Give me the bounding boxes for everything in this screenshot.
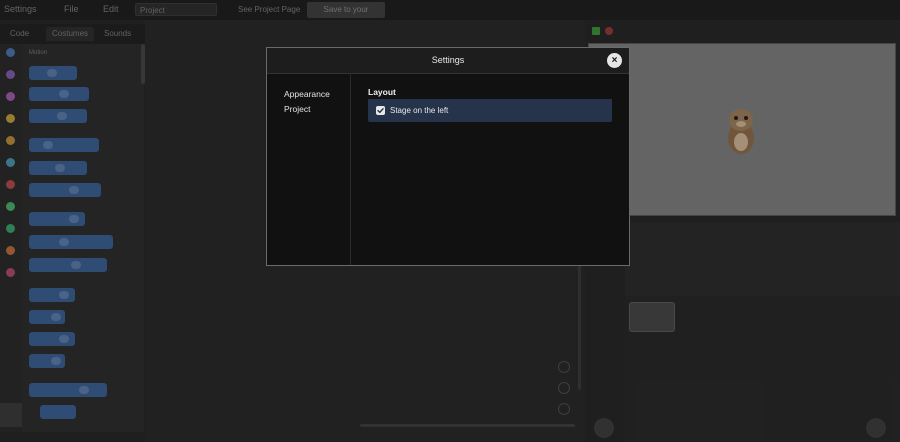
checkbox-checked-icon[interactable] <box>376 106 385 115</box>
close-icon[interactable]: × <box>607 53 622 68</box>
settings-modal: Settings × Appearance Project Layout Sta… <box>266 47 630 266</box>
section-title-layout: Layout <box>368 87 396 97</box>
settings-content: Layout Stage on the left <box>351 73 629 265</box>
setting-label: Stage on the left <box>390 106 449 115</box>
settings-sidebar: Appearance Project <box>267 73 351 265</box>
modal-title: Settings <box>431 55 465 65</box>
setting-stage-on-left[interactable]: Stage on the left <box>368 99 612 122</box>
modal-header: Settings × <box>267 48 629 74</box>
nav-appearance[interactable]: Appearance <box>284 89 330 99</box>
nav-project[interactable]: Project <box>284 104 310 114</box>
